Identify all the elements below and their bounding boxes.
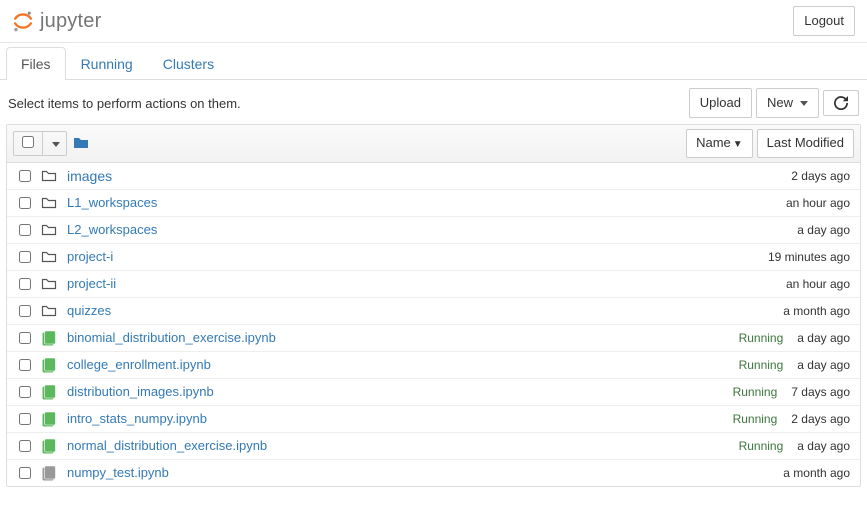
row-checkbox[interactable] bbox=[19, 197, 31, 209]
logo-text: jupyter bbox=[40, 10, 101, 33]
file-link[interactable]: L2_workspaces bbox=[67, 222, 157, 237]
row-checkbox[interactable] bbox=[19, 467, 31, 479]
folder-icon bbox=[41, 168, 57, 184]
status-badge: Running bbox=[739, 358, 784, 372]
header: jupyter Logout bbox=[0, 0, 867, 43]
modified-time: an hour ago bbox=[786, 277, 850, 291]
modified-time: 19 minutes ago bbox=[768, 250, 850, 264]
table-row: intro_stats_numpy.ipynb Running 2 days ago bbox=[7, 406, 860, 433]
tab-clusters[interactable]: Clusters bbox=[148, 47, 229, 80]
file-link[interactable]: project-ii bbox=[67, 276, 116, 291]
modified-time: a month ago bbox=[783, 304, 850, 318]
action-hint: Select items to perform actions on them. bbox=[8, 96, 241, 111]
folder-icon bbox=[41, 195, 57, 211]
file-link[interactable]: images bbox=[67, 168, 112, 184]
file-link[interactable]: normal_distribution_exercise.ipynb bbox=[67, 438, 267, 453]
sort-by-modified[interactable]: Last Modified bbox=[757, 129, 854, 157]
tab-running[interactable]: Running bbox=[66, 47, 148, 80]
modified-time: 7 days ago bbox=[791, 385, 850, 399]
sort-name-label: Name bbox=[696, 135, 731, 150]
tab-files[interactable]: Files bbox=[6, 47, 66, 80]
table-row: L1_workspaces an hour ago bbox=[7, 190, 860, 217]
modified-time: a day ago bbox=[797, 331, 850, 345]
new-label: New bbox=[767, 94, 793, 112]
row-checkbox[interactable] bbox=[19, 413, 31, 425]
folder-icon bbox=[41, 222, 57, 238]
row-checkbox[interactable] bbox=[19, 440, 31, 452]
table-row: binomial_distribution_exercise.ipynb Runn… bbox=[7, 325, 860, 352]
modified-time: a day ago bbox=[797, 439, 850, 453]
modified-time: 2 days ago bbox=[791, 169, 850, 183]
file-link[interactable]: intro_stats_numpy.ipynb bbox=[67, 411, 207, 426]
logo[interactable]: jupyter bbox=[12, 10, 101, 33]
table-row: quizzes a month ago bbox=[7, 298, 860, 325]
select-all-checkbox[interactable] bbox=[22, 136, 34, 148]
notebook-icon bbox=[41, 465, 57, 481]
sort-by-name[interactable]: Name▼ bbox=[686, 129, 753, 157]
row-checkbox[interactable] bbox=[19, 305, 31, 317]
file-link[interactable]: quizzes bbox=[67, 303, 111, 318]
breadcrumb-root[interactable] bbox=[73, 135, 89, 151]
select-all-group bbox=[13, 131, 67, 156]
refresh-icon bbox=[834, 96, 848, 110]
notebook-running-icon bbox=[41, 411, 57, 427]
notebook-running-icon bbox=[41, 438, 57, 454]
row-checkbox[interactable] bbox=[19, 224, 31, 236]
caret-down-icon bbox=[797, 94, 808, 112]
file-list: Name▼ Last Modified images 2 days ago L1_w… bbox=[6, 124, 861, 486]
row-checkbox[interactable] bbox=[19, 170, 31, 182]
caret-down-icon bbox=[49, 136, 60, 151]
refresh-button[interactable] bbox=[823, 90, 859, 116]
table-row: project-i 19 minutes ago bbox=[7, 244, 860, 271]
new-dropdown[interactable]: New bbox=[756, 88, 819, 118]
upload-button[interactable]: Upload bbox=[689, 88, 752, 118]
table-row: L2_workspaces a day ago bbox=[7, 217, 860, 244]
jupyter-icon bbox=[12, 10, 34, 32]
row-checkbox[interactable] bbox=[19, 359, 31, 371]
table-row: distribution_images.ipynb Running 7 days a… bbox=[7, 379, 860, 406]
table-row: images 2 days ago bbox=[7, 163, 860, 190]
arrow-down-icon: ▼ bbox=[733, 139, 743, 150]
modified-time: a day ago bbox=[797, 223, 850, 237]
actionbar: Select items to perform actions on them.… bbox=[0, 80, 867, 124]
table-row: numpy_test.ipynb a month ago bbox=[7, 460, 860, 486]
modified-time: an hour ago bbox=[786, 196, 850, 210]
modified-time: a day ago bbox=[797, 358, 850, 372]
folder-icon bbox=[41, 303, 57, 319]
file-link[interactable]: college_enrollment.ipynb bbox=[67, 357, 211, 372]
row-checkbox[interactable] bbox=[19, 278, 31, 290]
row-checkbox[interactable] bbox=[19, 332, 31, 344]
table-row: normal_distribution_exercise.ipynb Runnin… bbox=[7, 433, 860, 460]
file-link[interactable]: numpy_test.ipynb bbox=[67, 465, 169, 480]
file-link[interactable]: project-i bbox=[67, 249, 113, 264]
modified-time: a month ago bbox=[783, 466, 850, 480]
status-badge: Running bbox=[739, 331, 784, 345]
folder-icon bbox=[41, 276, 57, 292]
table-row: college_enrollment.ipynb Running a day ago bbox=[7, 352, 860, 379]
folder-icon bbox=[41, 249, 57, 265]
file-link[interactable]: distribution_images.ipynb bbox=[67, 384, 214, 399]
modified-time: 2 days ago bbox=[791, 412, 850, 426]
row-checkbox[interactable] bbox=[19, 386, 31, 398]
status-badge: Running bbox=[733, 412, 778, 426]
status-badge: Running bbox=[739, 439, 784, 453]
table-row: project-ii an hour ago bbox=[7, 271, 860, 298]
notebook-running-icon bbox=[41, 330, 57, 346]
list-header: Name▼ Last Modified bbox=[7, 125, 860, 162]
logout-button[interactable]: Logout bbox=[793, 6, 855, 36]
row-checkbox[interactable] bbox=[19, 251, 31, 263]
tabbar: FilesRunningClusters bbox=[0, 47, 867, 80]
status-badge: Running bbox=[733, 385, 778, 399]
file-link[interactable]: binomial_distribution_exercise.ipynb bbox=[67, 330, 276, 345]
file-link[interactable]: L1_workspaces bbox=[67, 195, 157, 210]
notebook-running-icon bbox=[41, 384, 57, 400]
select-all-dropdown[interactable] bbox=[43, 132, 66, 155]
notebook-running-icon bbox=[41, 357, 57, 373]
